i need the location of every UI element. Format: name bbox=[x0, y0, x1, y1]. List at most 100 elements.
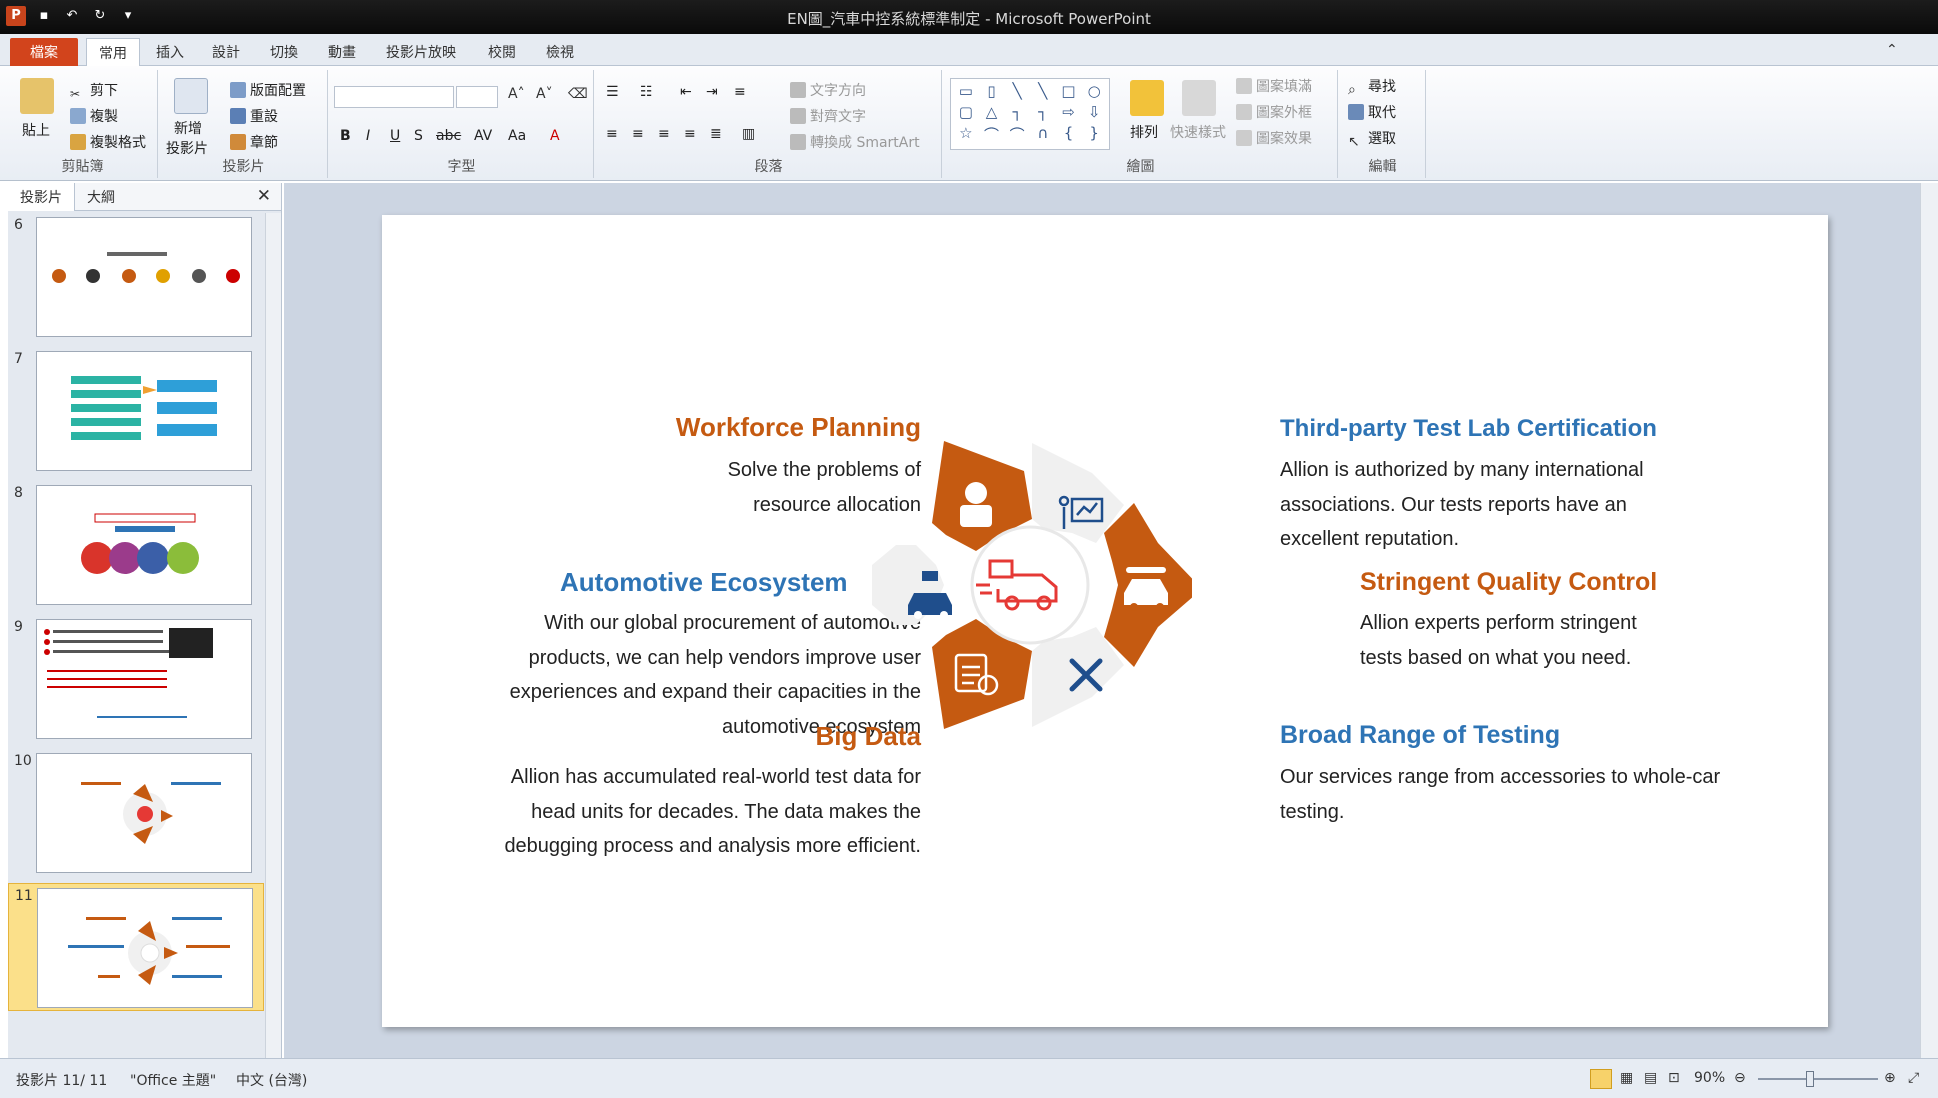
shape-effects-button[interactable]: 圖案效果 bbox=[1236, 128, 1312, 148]
thumbnail-slide-8[interactable]: 8 bbox=[8, 481, 264, 609]
new-slide-button[interactable]: 新增 bbox=[174, 118, 202, 138]
stringent-quality-body[interactable]: Allion experts perform stringent tests b… bbox=[1360, 606, 1637, 675]
thumbnail-slide-7[interactable]: 7 bbox=[8, 347, 264, 475]
zoom-out-icon[interactable]: ⊖ bbox=[1734, 1070, 1746, 1086]
brace-right-shape-icon[interactable]: } bbox=[1082, 124, 1106, 146]
text-direction-button[interactable]: 文字方向 bbox=[790, 80, 866, 100]
tab-outline-panel[interactable]: 大綱 bbox=[75, 183, 127, 211]
slide-scrollbar[interactable] bbox=[1920, 183, 1938, 1058]
vertical-textbox-shape-icon[interactable]: ▯ bbox=[980, 82, 1004, 101]
line2-shape-icon[interactable]: ╲ bbox=[1031, 82, 1055, 101]
elbow-shape-icon[interactable]: ┐ bbox=[1005, 103, 1029, 122]
increase-indent-icon[interactable]: ⇥ bbox=[706, 84, 718, 100]
slide[interactable]: Workforce Planning Solve the problems of… bbox=[382, 215, 1828, 1027]
tab-animations[interactable]: 動畫 bbox=[316, 38, 368, 66]
select-button[interactable]: ↖ 選取 bbox=[1348, 128, 1396, 150]
align-left-icon[interactable]: ≡ bbox=[606, 126, 618, 142]
paste-icon[interactable] bbox=[20, 78, 54, 114]
brace-left-shape-icon[interactable]: { bbox=[1057, 124, 1081, 146]
align-center-icon[interactable]: ≡ bbox=[632, 126, 644, 142]
oval-shape-icon[interactable]: ○ bbox=[1082, 82, 1106, 101]
broad-range-title[interactable]: Broad Range of Testing bbox=[1280, 721, 1560, 750]
shadow-icon[interactable]: S bbox=[414, 128, 423, 144]
distributed-icon[interactable]: ≣ bbox=[710, 126, 722, 142]
stringent-quality-title[interactable]: Stringent Quality Control bbox=[1360, 568, 1657, 597]
quick-styles-icon[interactable] bbox=[1182, 80, 1216, 116]
grow-font-icon[interactable]: A˄ bbox=[508, 86, 525, 102]
new-slide-button-line2[interactable]: 投影片 bbox=[166, 138, 208, 158]
ribbon-collapse-icon[interactable]: ⌃ bbox=[1880, 38, 1904, 66]
thumbnail-slide-9[interactable]: 9 bbox=[8, 615, 264, 743]
strikethrough-icon[interactable]: abc bbox=[436, 128, 461, 144]
freeform-shape-icon[interactable]: ☆ bbox=[954, 124, 978, 146]
align-right-icon[interactable]: ≡ bbox=[658, 126, 670, 142]
language[interactable]: 中文 (台灣) bbox=[236, 1070, 307, 1090]
bold-icon[interactable]: B bbox=[340, 128, 351, 144]
slide-sorter-icon[interactable]: ▦ bbox=[1620, 1070, 1633, 1086]
copy-button[interactable]: 複製 bbox=[70, 106, 118, 126]
bullets-icon[interactable]: ☰ bbox=[606, 84, 619, 100]
quick-styles-button[interactable]: 快速樣式 bbox=[1170, 122, 1226, 142]
reading-view-icon[interactable]: ▤ bbox=[1644, 1070, 1657, 1086]
smartart-button[interactable]: 轉換成 SmartArt bbox=[790, 132, 920, 152]
big-data-body[interactable]: Allion has accumulated real-world test d… bbox=[504, 760, 921, 864]
change-case-icon[interactable]: Aa bbox=[508, 128, 526, 144]
down-arrow-shape-icon[interactable]: ⇩ bbox=[1082, 103, 1106, 122]
rect-shape-icon[interactable]: □ bbox=[1057, 82, 1081, 101]
arc-shape-icon[interactable]: ∩ bbox=[1031, 124, 1055, 146]
zoom-level[interactable]: 90% bbox=[1694, 1070, 1725, 1086]
tab-slides-panel[interactable]: 投影片 bbox=[8, 182, 75, 211]
font-name-combo[interactable] bbox=[334, 86, 454, 108]
arrange-button[interactable]: 排列 bbox=[1130, 122, 1158, 142]
shape-fill-button[interactable]: 圖案填滿 bbox=[1236, 76, 1312, 96]
clear-format-icon[interactable]: ⌫ bbox=[568, 86, 588, 102]
fit-slide-icon[interactable]: ⤢ bbox=[1908, 1070, 1919, 1086]
zoom-slider-thumb[interactable] bbox=[1806, 1071, 1814, 1087]
format-painter-button[interactable]: 複製格式 bbox=[70, 132, 146, 152]
normal-view-icon[interactable] bbox=[1590, 1069, 1612, 1089]
tab-design[interactable]: 設計 bbox=[200, 38, 252, 66]
arrange-icon[interactable] bbox=[1130, 80, 1164, 116]
zoom-in-icon[interactable]: ⊕ bbox=[1884, 1070, 1896, 1086]
align-text-button[interactable]: 對齊文字 bbox=[790, 106, 866, 126]
new-slide-icon[interactable] bbox=[174, 78, 208, 114]
font-size-combo[interactable] bbox=[456, 86, 498, 108]
thumbnail-slide-10[interactable]: 10 bbox=[8, 749, 264, 877]
tab-view[interactable]: 檢視 bbox=[534, 38, 586, 66]
italic-icon[interactable]: I bbox=[366, 128, 370, 144]
shape-gallery[interactable]: ▭ ▯ ╲ ╲ □ ○ ▢ △ ┐ ┐ ⇨ ⇩ ☆ ⌒ ⌒ ∩{} bbox=[950, 78, 1110, 150]
layout-button[interactable]: 版面配置 bbox=[230, 80, 306, 100]
tab-review[interactable]: 校閱 bbox=[476, 38, 528, 66]
decrease-indent-icon[interactable]: ⇤ bbox=[680, 84, 692, 100]
replace-button[interactable]: 取代 bbox=[1348, 102, 1396, 122]
tab-insert[interactable]: 插入 bbox=[144, 38, 196, 66]
cut-button[interactable]: ✂ 剪下 bbox=[70, 80, 118, 103]
tab-home[interactable]: 常用 bbox=[86, 38, 140, 66]
paste-button[interactable]: 貼上 bbox=[22, 120, 50, 140]
tab-file[interactable]: 檔案 bbox=[10, 38, 78, 66]
reset-button[interactable]: 重設 bbox=[230, 106, 278, 126]
find-button[interactable]: ⌕ 尋找 bbox=[1348, 76, 1396, 98]
columns-icon[interactable]: ▥ bbox=[742, 126, 755, 142]
underline-icon[interactable]: U bbox=[390, 128, 400, 144]
service-cycle-diagram[interactable] bbox=[872, 435, 1192, 735]
char-spacing-icon[interactable]: AV bbox=[474, 128, 492, 144]
curve2-shape-icon[interactable]: ⌒ bbox=[1005, 124, 1029, 146]
textbox-shape-icon[interactable]: ▭ bbox=[954, 82, 978, 101]
justify-icon[interactable]: ≡ bbox=[684, 126, 696, 142]
font-color-icon[interactable]: A bbox=[550, 128, 560, 144]
line-shape-icon[interactable]: ╲ bbox=[1005, 82, 1029, 101]
third-party-body[interactable]: Allion is authorized by many internation… bbox=[1280, 453, 1644, 557]
panel-scrollbar[interactable] bbox=[265, 213, 281, 1058]
line-spacing-icon[interactable]: ≡ bbox=[734, 84, 746, 100]
tab-slideshow[interactable]: 投影片放映 bbox=[374, 38, 468, 66]
broad-range-body[interactable]: Our services range from accessories to w… bbox=[1280, 760, 1720, 829]
thumbnail-slide-11[interactable]: 11 bbox=[8, 883, 264, 1011]
slideshow-view-icon[interactable]: ⊡ bbox=[1668, 1070, 1680, 1086]
third-party-title[interactable]: Third-party Test Lab Certification bbox=[1280, 415, 1657, 443]
shrink-font-icon[interactable]: A˅ bbox=[536, 86, 553, 102]
triangle-shape-icon[interactable]: △ bbox=[980, 103, 1004, 122]
tab-transitions[interactable]: 切換 bbox=[258, 38, 310, 66]
curve-shape-icon[interactable]: ⌒ bbox=[980, 124, 1004, 146]
right-arrow-shape-icon[interactable]: ⇨ bbox=[1057, 103, 1081, 122]
